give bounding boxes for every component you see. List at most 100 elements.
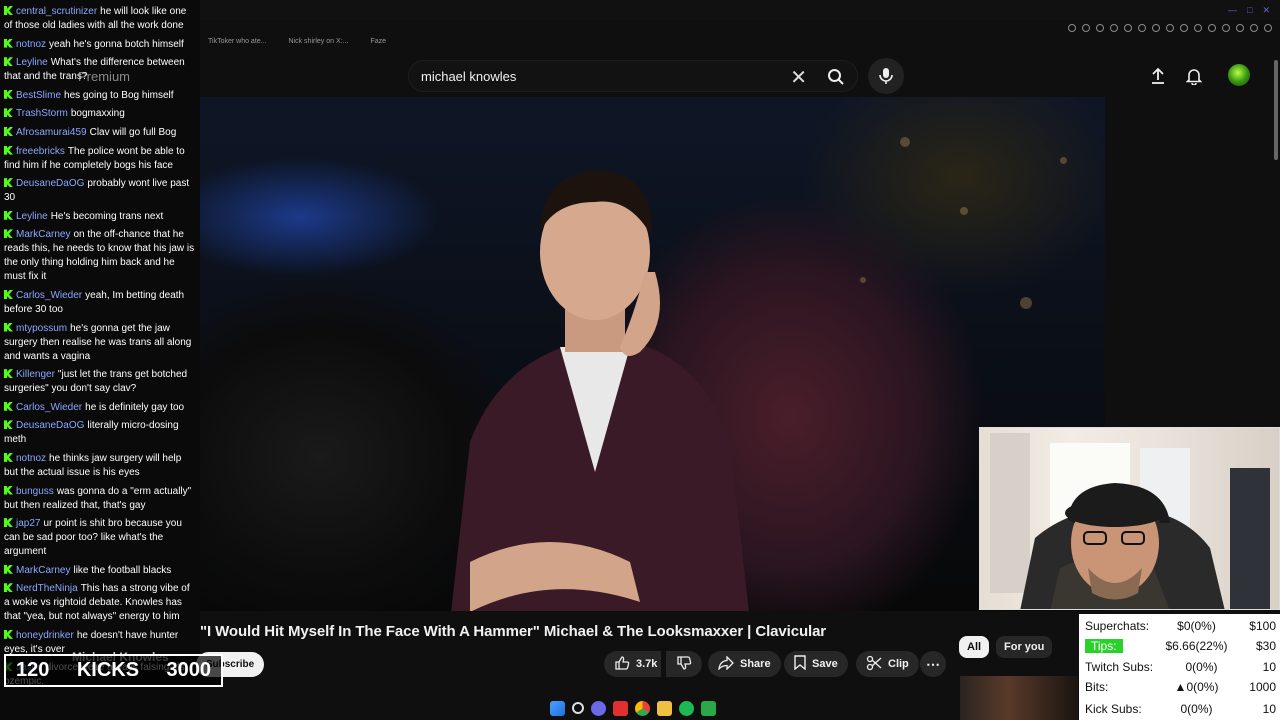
bookmark-icon[interactable]: [1124, 24, 1132, 32]
video-bokeh-light: [960, 207, 968, 215]
chat-username[interactable]: Leyline: [16, 57, 48, 68]
webcam-overlay: [979, 427, 1280, 610]
chat-username[interactable]: freeebricks: [16, 146, 65, 157]
chat-username[interactable]: honeydrinker: [16, 630, 74, 641]
more-actions-icon[interactable]: ⋯: [920, 651, 946, 677]
clip-button[interactable]: Clip: [856, 651, 919, 677]
minimize-icon[interactable]: —: [1228, 5, 1237, 16]
chat-username[interactable]: notnoz: [16, 39, 46, 50]
shield-icon[interactable]: [1110, 24, 1118, 32]
kick-badge-icon: [4, 564, 13, 574]
close-window-icon[interactable]: ✕: [1262, 5, 1270, 16]
xbox-icon[interactable]: [701, 700, 716, 716]
window-controls: — □ ✕: [1228, 5, 1270, 16]
bookmark-item[interactable]: TikToker who ate...: [208, 38, 267, 52]
file-explorer-icon[interactable]: [657, 700, 672, 716]
chat-icon[interactable]: [1208, 24, 1216, 32]
play-icon[interactable]: [1138, 24, 1146, 32]
search-input[interactable]: michael knowles: [421, 69, 516, 84]
video-player[interactable]: [200, 97, 1105, 611]
stat-goal: $30: [1255, 639, 1276, 653]
save-group: Save: [784, 651, 848, 677]
video-bokeh-light: [900, 137, 910, 147]
kick-badge-icon: [4, 145, 13, 155]
reader-icon[interactable]: [1096, 24, 1104, 32]
chat-username[interactable]: Afrosamurai459: [16, 127, 87, 138]
chat-overlay: central_scrutinizer he will look like one…: [0, 0, 200, 720]
stat-label: Bits:: [1085, 680, 1109, 694]
thumbs-up-icon: [614, 655, 630, 674]
chat-username[interactable]: jap27: [16, 518, 40, 529]
screen: — □ ✕ TikToker who ate... Nick shirley o…: [0, 0, 1280, 720]
extension-icons: [1068, 24, 1272, 32]
chat-message: Afrosamurai459 Clav will go full Bog: [4, 126, 196, 140]
volume-icon[interactable]: [1180, 24, 1188, 32]
chat-username[interactable]: bunguss: [16, 486, 54, 497]
avatar[interactable]: [1228, 64, 1250, 86]
zoom-icon[interactable]: [1068, 24, 1076, 32]
dislike-group: [666, 651, 702, 677]
refresh-icon[interactable]: [1194, 24, 1202, 32]
download-icon[interactable]: [1222, 24, 1230, 32]
spotify-icon[interactable]: [679, 700, 694, 716]
kicks-label: KICKS: [76, 659, 140, 681]
bookmarks-bar: TikToker who ate... Nick shirley on X:..…: [200, 38, 386, 52]
kick-badge-icon: [4, 322, 13, 332]
share-button[interactable]: Share: [708, 651, 781, 677]
heart-icon[interactable]: [1152, 24, 1160, 32]
menu-icon[interactable]: [1264, 24, 1272, 32]
upload-icon[interactable]: [1146, 64, 1170, 88]
notification-bell-icon[interactable]: [1182, 64, 1206, 88]
start-windows-icon[interactable]: [550, 700, 565, 716]
chat-username[interactable]: NerdTheNinja: [16, 583, 78, 594]
clear-search-icon[interactable]: ✕: [790, 65, 807, 90]
chat-text: yeah he's gonna botch himself: [49, 38, 184, 50]
chip-for-you[interactable]: For you: [996, 636, 1053, 658]
chat-username[interactable]: Killenger: [16, 369, 55, 380]
stat-goal: 10: [1262, 660, 1276, 674]
kicks-goal: 3000: [166, 659, 211, 681]
chat-username[interactable]: Leyline: [16, 211, 48, 222]
discord-icon[interactable]: [591, 700, 606, 716]
dislike-button[interactable]: [666, 651, 702, 677]
bookmark-item[interactable]: Faze: [370, 38, 386, 52]
chat-username[interactable]: MarkCarney: [16, 565, 70, 576]
chat-username[interactable]: Carlos_Wieder: [16, 290, 82, 301]
extension-icon[interactable]: [1082, 24, 1090, 32]
kick-badge-icon: [4, 420, 13, 430]
search-box[interactable]: michael knowles ✕: [408, 60, 858, 92]
chrome-icon[interactable]: [635, 700, 650, 716]
donation-stats-panel: Superchats: $0(0%) $100 Tips: $6.66(22%)…: [1079, 614, 1280, 720]
chat-username[interactable]: Carlos_Wieder: [16, 402, 82, 413]
chip-all[interactable]: All: [959, 636, 990, 658]
chat-username[interactable]: DeusaneDaOG: [16, 420, 84, 431]
app-icon[interactable]: [613, 700, 628, 716]
kick-badge-icon: [4, 89, 13, 99]
sidebar-icon[interactable]: [1166, 24, 1174, 32]
search-icon[interactable]: [827, 68, 845, 91]
stat-superchats: Superchats: $0(0%) $100: [1085, 617, 1276, 635]
like-button[interactable]: 3.7k: [604, 651, 662, 677]
taskbar: [550, 698, 716, 718]
taskbar-search-icon[interactable]: [572, 702, 584, 714]
bookmark-item[interactable]: Nick shirley on X:...: [289, 38, 349, 52]
microphone-icon[interactable]: [868, 58, 904, 94]
stat-label: Twitch Subs:: [1085, 660, 1154, 674]
stat-goal: $100: [1249, 619, 1276, 633]
settings-icon[interactable]: [1236, 24, 1244, 32]
maximize-icon[interactable]: □: [1247, 5, 1252, 16]
scrollbar[interactable]: [1274, 60, 1278, 160]
chat-text: bogmaxxing: [70, 108, 125, 120]
save-button[interactable]: Save: [784, 651, 848, 677]
chat-username[interactable]: MarkCarney: [16, 229, 70, 240]
chat-username[interactable]: mtypossum: [16, 323, 67, 334]
chat-username[interactable]: notnoz: [16, 453, 46, 464]
chat-username[interactable]: BestSlime: [16, 90, 61, 101]
chat-username[interactable]: central_scrutinizer: [16, 6, 97, 17]
kick-badge-icon: [4, 38, 13, 48]
chat-username[interactable]: DeusaneDaOG: [16, 178, 84, 189]
kicks-counter: 120 KICKS 3000: [4, 654, 223, 687]
recommended-video-thumbnail[interactable]: [960, 676, 1078, 720]
ai-icon[interactable]: [1250, 24, 1258, 32]
chat-username[interactable]: TrashStorm: [16, 108, 68, 119]
